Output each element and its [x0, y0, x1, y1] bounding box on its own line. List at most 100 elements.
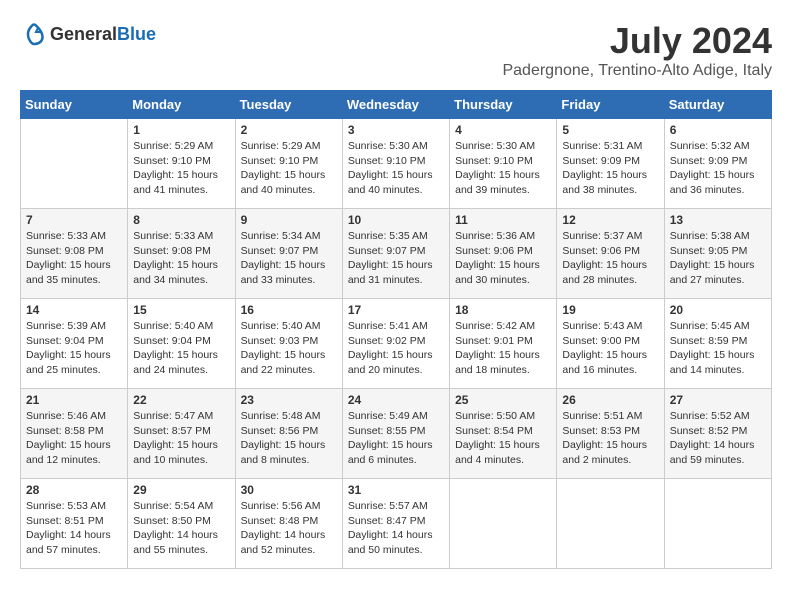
- calendar-cell: 19Sunrise: 5:43 AM Sunset: 9:00 PM Dayli…: [557, 299, 664, 389]
- calendar-cell: [21, 119, 128, 209]
- day-info: Sunrise: 5:41 AM Sunset: 9:02 PM Dayligh…: [348, 319, 444, 378]
- header-thursday: Thursday: [450, 91, 557, 119]
- day-info: Sunrise: 5:33 AM Sunset: 9:08 PM Dayligh…: [133, 229, 229, 288]
- day-info: Sunrise: 5:32 AM Sunset: 9:09 PM Dayligh…: [670, 139, 766, 198]
- day-number: 1: [133, 123, 229, 137]
- month-year: July 2024: [502, 20, 772, 62]
- day-number: 29: [133, 483, 229, 497]
- calendar-week-5: 28Sunrise: 5:53 AM Sunset: 8:51 PM Dayli…: [21, 479, 772, 569]
- header-saturday: Saturday: [664, 91, 771, 119]
- day-info: Sunrise: 5:33 AM Sunset: 9:08 PM Dayligh…: [26, 229, 122, 288]
- logo: GeneralBlue: [20, 20, 156, 48]
- day-info: Sunrise: 5:30 AM Sunset: 9:10 PM Dayligh…: [348, 139, 444, 198]
- day-info: Sunrise: 5:37 AM Sunset: 9:06 PM Dayligh…: [562, 229, 658, 288]
- day-number: 19: [562, 303, 658, 317]
- calendar-cell: 11 Sunrise: 5:36 AM Sunset: 9:06 PM Dayli…: [450, 209, 557, 299]
- calendar-cell: 27 Sunrise: 5:52 AM Sunset: 8:52 PM Dayli…: [664, 389, 771, 479]
- logo-text: GeneralBlue: [50, 24, 156, 45]
- day-number: 24: [348, 393, 444, 407]
- title-section: July 2024 Padergnone, Trentino-Alto Adig…: [502, 20, 772, 80]
- days-of-week-row: Sunday Monday Tuesday Wednesday Thursday…: [21, 91, 772, 119]
- day-info: Sunrise: 5:47 AM Sunset: 8:57 PM Dayligh…: [133, 409, 229, 468]
- day-number: 27: [670, 393, 766, 407]
- calendar-cell: 25 Sunrise: 5:50 AM Sunset: 8:54 PM Dayli…: [450, 389, 557, 479]
- day-info: Sunrise: 5:56 AM Sunset: 8:48 PM Dayligh…: [241, 499, 337, 558]
- day-info: Sunrise: 5:34 AM Sunset: 9:07 PM Dayligh…: [241, 229, 337, 288]
- day-info: Sunrise: 5:29 AM Sunset: 9:10 PM Dayligh…: [241, 139, 337, 198]
- day-info: Sunrise: 5:30 AM Sunset: 9:10 PM Dayligh…: [455, 139, 551, 198]
- calendar-cell: 5Sunrise: 5:31 AM Sunset: 9:09 PM Daylig…: [557, 119, 664, 209]
- calendar-cell: [557, 479, 664, 569]
- header-sunday: Sunday: [21, 91, 128, 119]
- day-info: Sunrise: 5:36 AM Sunset: 9:06 PM Dayligh…: [455, 229, 551, 288]
- day-number: 10: [348, 213, 444, 227]
- calendar-body: 1 Sunrise: 5:29 AM Sunset: 9:10 PM Daylig…: [21, 119, 772, 569]
- day-info: Sunrise: 5:50 AM Sunset: 8:54 PM Dayligh…: [455, 409, 551, 468]
- header-monday: Monday: [128, 91, 235, 119]
- day-info: Sunrise: 5:35 AM Sunset: 9:07 PM Dayligh…: [348, 229, 444, 288]
- day-number: 13: [670, 213, 766, 227]
- day-number: 31: [348, 483, 444, 497]
- day-info: Sunrise: 5:40 AM Sunset: 9:03 PM Dayligh…: [241, 319, 337, 378]
- day-info: Sunrise: 5:49 AM Sunset: 8:55 PM Dayligh…: [348, 409, 444, 468]
- calendar-cell: 20Sunrise: 5:45 AM Sunset: 8:59 PM Dayli…: [664, 299, 771, 389]
- calendar-week-3: 14Sunrise: 5:39 AM Sunset: 9:04 PM Dayli…: [21, 299, 772, 389]
- calendar-cell: 9 Sunrise: 5:34 AM Sunset: 9:07 PM Daylig…: [235, 209, 342, 299]
- day-number: 8: [133, 213, 229, 227]
- calendar-cell: 30 Sunrise: 5:56 AM Sunset: 8:48 PM Dayli…: [235, 479, 342, 569]
- day-info: Sunrise: 5:54 AM Sunset: 8:50 PM Dayligh…: [133, 499, 229, 558]
- day-info: Sunrise: 5:45 AM Sunset: 8:59 PM Dayligh…: [670, 319, 766, 378]
- calendar-cell: 28Sunrise: 5:53 AM Sunset: 8:51 PM Dayli…: [21, 479, 128, 569]
- day-info: Sunrise: 5:38 AM Sunset: 9:05 PM Dayligh…: [670, 229, 766, 288]
- calendar-cell: 8 Sunrise: 5:33 AM Sunset: 9:08 PM Daylig…: [128, 209, 235, 299]
- day-number: 9: [241, 213, 337, 227]
- day-number: 15: [133, 303, 229, 317]
- day-info: Sunrise: 5:48 AM Sunset: 8:56 PM Dayligh…: [241, 409, 337, 468]
- calendar-cell: 10 Sunrise: 5:35 AM Sunset: 9:07 PM Dayli…: [342, 209, 449, 299]
- day-info: Sunrise: 5:53 AM Sunset: 8:51 PM Dayligh…: [26, 499, 122, 558]
- day-number: 3: [348, 123, 444, 137]
- calendar-cell: 12Sunrise: 5:37 AM Sunset: 9:06 PM Dayli…: [557, 209, 664, 299]
- day-number: 21: [26, 393, 122, 407]
- day-number: 30: [241, 483, 337, 497]
- calendar-cell: 17 Sunrise: 5:41 AM Sunset: 9:02 PM Dayli…: [342, 299, 449, 389]
- day-info: Sunrise: 5:51 AM Sunset: 8:53 PM Dayligh…: [562, 409, 658, 468]
- day-number: 17: [348, 303, 444, 317]
- calendar-cell: 6Sunrise: 5:32 AM Sunset: 9:09 PM Daylig…: [664, 119, 771, 209]
- day-number: 23: [241, 393, 337, 407]
- header-friday: Friday: [557, 91, 664, 119]
- calendar-cell: 16 Sunrise: 5:40 AM Sunset: 9:03 PM Dayli…: [235, 299, 342, 389]
- calendar-cell: 24 Sunrise: 5:49 AM Sunset: 8:55 PM Dayli…: [342, 389, 449, 479]
- calendar-cell: [450, 479, 557, 569]
- calendar-cell: 4Sunrise: 5:30 AM Sunset: 9:10 PM Daylig…: [450, 119, 557, 209]
- day-number: 18: [455, 303, 551, 317]
- calendar-cell: 29 Sunrise: 5:54 AM Sunset: 8:50 PM Dayli…: [128, 479, 235, 569]
- calendar-table: Sunday Monday Tuesday Wednesday Thursday…: [20, 90, 772, 569]
- header-wednesday: Wednesday: [342, 91, 449, 119]
- calendar-cell: 1 Sunrise: 5:29 AM Sunset: 9:10 PM Daylig…: [128, 119, 235, 209]
- calendar-cell: 2 Sunrise: 5:29 AM Sunset: 9:10 PM Daylig…: [235, 119, 342, 209]
- logo-blue: Blue: [117, 24, 156, 44]
- calendar-cell: 13 Sunrise: 5:38 AM Sunset: 9:05 PM Dayli…: [664, 209, 771, 299]
- calendar-cell: 3 Sunrise: 5:30 AM Sunset: 9:10 PM Daylig…: [342, 119, 449, 209]
- calendar-cell: 14Sunrise: 5:39 AM Sunset: 9:04 PM Dayli…: [21, 299, 128, 389]
- logo-icon: [20, 20, 48, 48]
- day-number: 16: [241, 303, 337, 317]
- calendar-cell: 22Sunrise: 5:47 AM Sunset: 8:57 PM Dayli…: [128, 389, 235, 479]
- calendar-cell: 21Sunrise: 5:46 AM Sunset: 8:58 PM Dayli…: [21, 389, 128, 479]
- day-number: 5: [562, 123, 658, 137]
- day-number: 11: [455, 213, 551, 227]
- logo-general: General: [50, 24, 117, 44]
- calendar-cell: 18Sunrise: 5:42 AM Sunset: 9:01 PM Dayli…: [450, 299, 557, 389]
- day-number: 2: [241, 123, 337, 137]
- day-number: 26: [562, 393, 658, 407]
- day-info: Sunrise: 5:52 AM Sunset: 8:52 PM Dayligh…: [670, 409, 766, 468]
- day-number: 25: [455, 393, 551, 407]
- page-header: GeneralBlue July 2024 Padergnone, Trenti…: [20, 20, 772, 80]
- calendar-cell: 26 Sunrise: 5:51 AM Sunset: 8:53 PM Dayli…: [557, 389, 664, 479]
- day-info: Sunrise: 5:39 AM Sunset: 9:04 PM Dayligh…: [26, 319, 122, 378]
- day-info: Sunrise: 5:29 AM Sunset: 9:10 PM Dayligh…: [133, 139, 229, 198]
- calendar-cell: 7 Sunrise: 5:33 AM Sunset: 9:08 PM Daylig…: [21, 209, 128, 299]
- day-number: 7: [26, 213, 122, 227]
- day-info: Sunrise: 5:57 AM Sunset: 8:47 PM Dayligh…: [348, 499, 444, 558]
